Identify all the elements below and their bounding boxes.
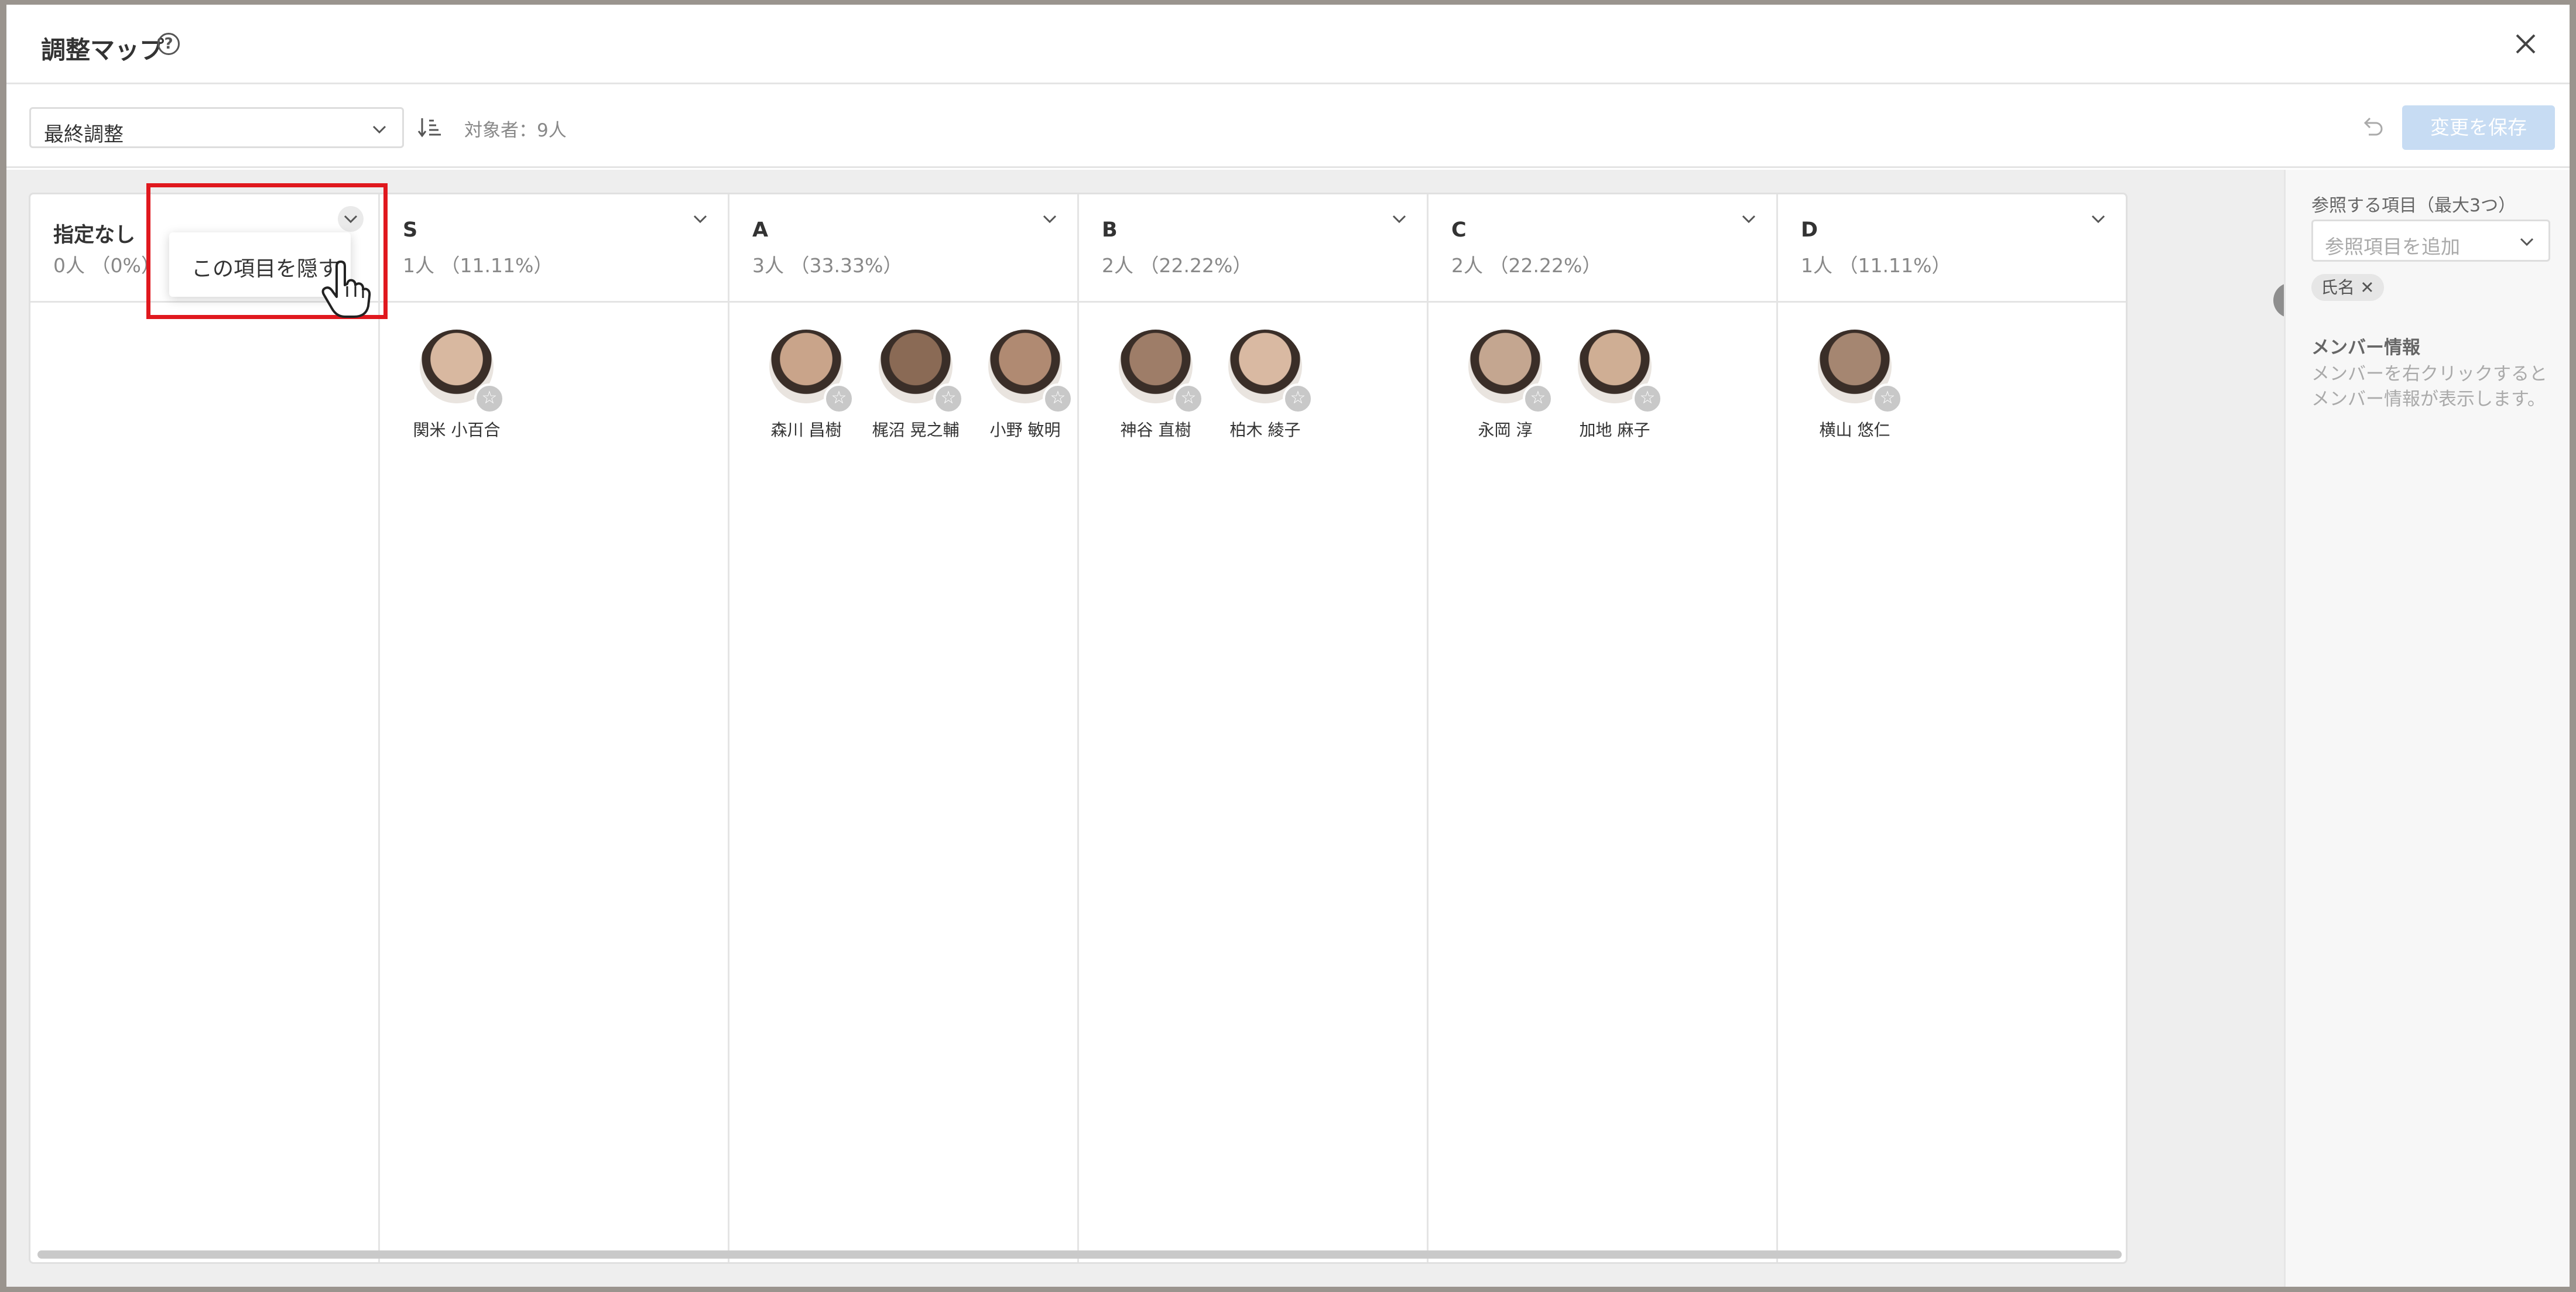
grade-column: S 1人 （11.11%） ☆ 関米 小百合: [380, 194, 729, 1262]
column-count: 2人 （22.22%）: [1102, 254, 1252, 277]
member-name: 梶沼 晃之輔: [872, 420, 960, 440]
chevron-down-icon[interactable]: [687, 206, 713, 232]
member-card[interactable]: ☆ 関米 小百合: [401, 330, 506, 447]
column-header: A 3人 （33.33%）: [729, 194, 1077, 303]
member-info-description: メンバーを右クリックするとメンバー情報が表示します。: [2311, 364, 2547, 410]
column-count: 1人 （11.11%）: [403, 254, 553, 277]
member-card[interactable]: ☆ 森川 昌樹: [751, 330, 856, 447]
column-header: D 1人 （11.11%）: [1778, 194, 2126, 303]
member-list: ☆ 関米 小百合: [380, 303, 728, 1240]
member-card[interactable]: ☆ 神谷 直樹: [1100, 330, 1205, 447]
target-count: 対象者：9人: [464, 120, 567, 141]
question-circle-icon[interactable]: ?: [157, 33, 180, 55]
member-card[interactable]: ☆ 永岡 淳: [1450, 330, 1555, 447]
grade-board: D 1人 （11.11%） ☆ 横山 悠仁 C 2人 （22.22%） ☆ 永岡…: [29, 193, 2128, 1264]
column-title: 指定なし: [53, 224, 136, 247]
star-icon[interactable]: ☆: [474, 383, 505, 414]
member-name: 森川 昌樹: [770, 420, 842, 440]
hand-cursor-icon: [321, 261, 371, 318]
column-count: 3人 （33.33%）: [752, 254, 903, 277]
column-title: B: [1102, 218, 1118, 242]
adjustment-map-modal: 調整マップ ? 最終調整 対象者：9人 変更を保存 D 1人 （11.11%） …: [6, 5, 2570, 1287]
undo-icon[interactable]: [2358, 114, 2385, 140]
close-icon[interactable]: [2512, 30, 2539, 57]
reference-items-label: 参照する項目（最大3つ）: [2311, 196, 2516, 216]
column-header: S 1人 （11.11%）: [380, 194, 728, 303]
chevron-down-icon: [2520, 238, 2534, 246]
star-icon[interactable]: ☆: [1043, 383, 1073, 414]
reference-item-select[interactable]: 参照項目を追加: [2311, 220, 2550, 262]
member-list: [30, 303, 378, 1240]
grade-column: 指定なし 0人 （0%）: [30, 194, 380, 1262]
star-icon[interactable]: ☆: [1872, 383, 1903, 414]
member-name: 柏木 綾子: [1229, 420, 1301, 440]
column-title: D: [1801, 218, 1818, 242]
member-name: 横山 悠仁: [1819, 420, 1890, 440]
board-area: D 1人 （11.11%） ☆ 横山 悠仁 C 2人 （22.22%） ☆ 永岡…: [6, 170, 2559, 1287]
horizontal-scrollbar[interactable]: [37, 1250, 2122, 1259]
member-card[interactable]: ☆ 横山 悠仁: [1799, 330, 1904, 447]
sort-icon[interactable]: [416, 114, 443, 140]
member-name: 永岡 淳: [1478, 420, 1533, 440]
column-title: C: [1451, 218, 1467, 242]
star-icon[interactable]: ☆: [1632, 383, 1663, 414]
star-icon[interactable]: ☆: [1523, 383, 1553, 414]
modal-title: 調整マップ: [41, 36, 165, 64]
grade-column: C 2人 （22.22%） ☆ 永岡 淳 ☆ 加地 麻子: [1429, 194, 1778, 1262]
column-header: C 2人 （22.22%）: [1429, 194, 1776, 303]
reference-item-placeholder: 参照項目を追加: [2325, 235, 2460, 258]
column-count: 1人 （11.11%）: [1801, 254, 1951, 277]
chevron-down-icon: [372, 125, 386, 134]
save-changes-button[interactable]: 変更を保存: [2402, 105, 2555, 150]
member-list: ☆ 横山 悠仁: [1778, 303, 2126, 1240]
modal-header: 調整マップ ?: [6, 5, 2570, 84]
member-card[interactable]: ☆ 梶沼 晃之輔: [860, 330, 965, 447]
member-name: 関米 小百合: [413, 420, 501, 440]
member-list: ☆ 神谷 直樹 ☆ 柏木 綾子: [1079, 303, 1427, 1240]
toolbar: 最終調整 対象者：9人 変更を保存: [6, 86, 2570, 168]
star-icon[interactable]: ☆: [824, 383, 854, 414]
column-title: S: [403, 218, 418, 242]
column-title: A: [752, 218, 769, 242]
grade-column: A 3人 （33.33%） ☆ 森川 昌樹 ☆ 梶沼 晃之輔 ☆ 小野 敏明: [729, 194, 1079, 1262]
adjustment-stage-select[interactable]: 最終調整: [29, 107, 404, 148]
column-header: B 2人 （22.22%）: [1079, 194, 1427, 303]
chevron-down-icon[interactable]: [1736, 206, 1762, 232]
member-list: ☆ 森川 昌樹 ☆ 梶沼 晃之輔 ☆ 小野 敏明: [729, 303, 1077, 1240]
grade-column: D 1人 （11.11%） ☆ 横山 悠仁: [1778, 194, 2126, 1262]
side-panel: 参照する項目（最大3つ） 参照項目を追加 氏名 ✕ メンバー情報 メンバーを右ク…: [2284, 170, 2570, 1287]
column-count: 2人 （22.22%）: [1451, 254, 1602, 277]
star-icon[interactable]: ☆: [1173, 383, 1204, 414]
reference-tag-name[interactable]: 氏名 ✕: [2311, 274, 2384, 301]
member-name: 神谷 直樹: [1120, 420, 1191, 440]
member-name: 小野 敏明: [989, 420, 1061, 440]
member-card[interactable]: ☆ 柏木 綾子: [1210, 330, 1315, 447]
grade-column: B 2人 （22.22%） ☆ 神谷 直樹 ☆ 柏木 綾子: [1079, 194, 1429, 1262]
member-name: 加地 麻子: [1579, 420, 1650, 440]
member-card[interactable]: ☆ 小野 敏明: [970, 330, 1075, 447]
chevron-down-icon[interactable]: [1037, 206, 1063, 232]
star-icon[interactable]: ☆: [933, 383, 964, 414]
star-icon[interactable]: ☆: [1283, 383, 1313, 414]
chevron-down-icon[interactable]: [2085, 206, 2111, 232]
member-list: ☆ 永岡 淳 ☆ 加地 麻子: [1429, 303, 1776, 1240]
member-info-title: メンバー情報: [2311, 337, 2420, 358]
select-value: 最終調整: [44, 123, 124, 146]
column-count: 0人 （0%）: [53, 254, 160, 277]
member-card[interactable]: ☆ 加地 麻子: [1559, 330, 1664, 447]
chevron-down-icon[interactable]: [1386, 206, 1412, 232]
